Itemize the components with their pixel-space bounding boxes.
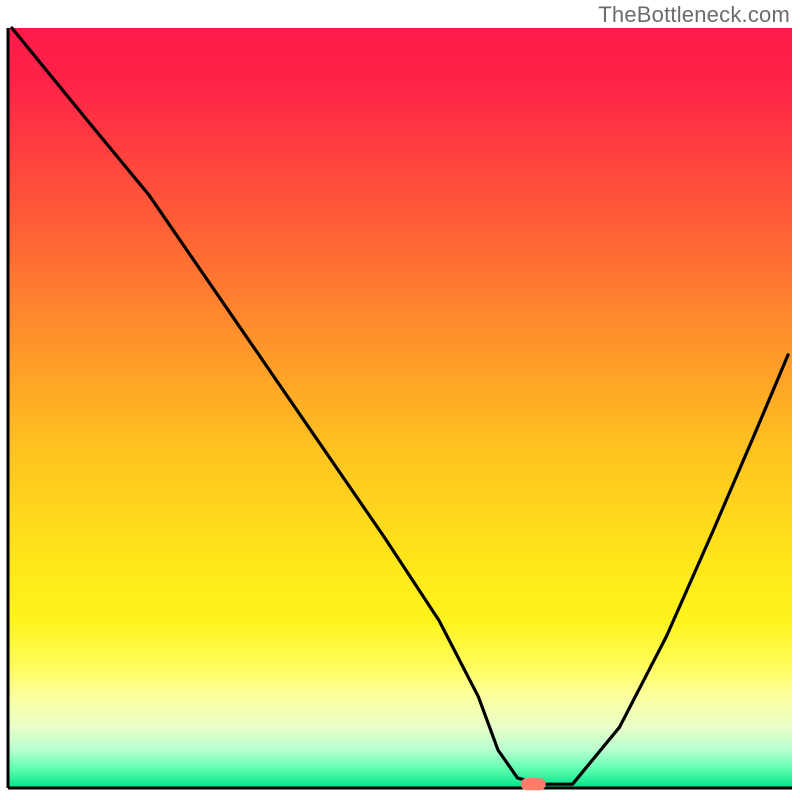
bottleneck-chart (0, 0, 800, 800)
min-point-marker (521, 778, 546, 790)
gradient-background (8, 28, 792, 788)
watermark-text: TheBottleneck.com (598, 2, 790, 28)
